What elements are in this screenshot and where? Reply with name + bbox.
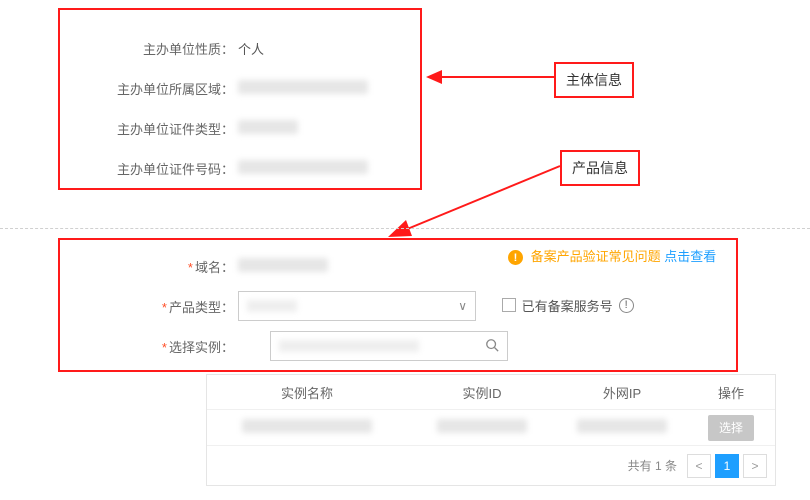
pager-prev[interactable]: < (687, 454, 711, 478)
sponsor-nature-value: 个人 (238, 39, 264, 58)
select-button[interactable]: 选择 (708, 415, 754, 441)
help-link[interactable]: 点击查看 (664, 249, 716, 264)
instance-label: *选择实例： (60, 337, 238, 356)
td-ip (557, 419, 687, 436)
sponsor-doctype-value (238, 120, 298, 137)
th-id: 实例ID (407, 383, 557, 402)
arrow-product (370, 160, 570, 250)
instance-search-value (279, 340, 419, 352)
form-row: 主办单位性质： 个人 (60, 28, 420, 68)
sponsor-docnum-label: 主办单位证件号码： (60, 159, 238, 178)
search-icon (485, 338, 499, 355)
form-row: 主办单位证件类型： (60, 108, 420, 148)
chevron-down-icon: ∨ (458, 299, 467, 313)
td-op: 选择 (687, 415, 775, 441)
product-type-select[interactable]: ∨ (238, 291, 476, 321)
product-type-selected (247, 300, 297, 312)
pager-next[interactable]: > (743, 454, 767, 478)
help-icon[interactable]: ! (619, 298, 634, 313)
help-text: ! 备案产品验证常见问题 点击查看 (508, 246, 716, 265)
instance-field (238, 331, 508, 361)
checkbox-icon (502, 298, 516, 312)
domain-label: *域名： (60, 257, 238, 276)
form-row: *选择实例： (60, 326, 736, 366)
form-row: *产品类型： ∨ 已有备案服务号 ! (60, 286, 736, 326)
td-id (407, 419, 557, 436)
table-header-row: 实例名称 实例ID 外网IP 操作 (207, 375, 775, 409)
checkbox-label: 已有备案服务号 (522, 296, 613, 315)
th-op: 操作 (687, 383, 775, 402)
instance-table: 实例名称 实例ID 外网IP 操作 选择 共有 1 条 < 1 > (206, 374, 776, 486)
sponsor-nature-label: 主办单位性质： (60, 39, 238, 58)
td-name (207, 419, 407, 436)
sponsor-region-value (238, 80, 368, 97)
table-row: 选择 (207, 409, 775, 445)
has-service-number-checkbox[interactable]: 已有备案服务号 ! (502, 296, 634, 315)
product-type-label: *产品类型： (60, 297, 238, 316)
sponsor-region-label: 主办单位所属区域： (60, 79, 238, 98)
th-ip: 外网IP (557, 383, 687, 402)
sponsor-doctype-label: 主办单位证件类型： (60, 119, 238, 138)
product-type-label-text: 产品类型： (169, 300, 234, 315)
subject-tag: 主体信息 (554, 62, 634, 98)
th-name: 实例名称 (207, 383, 407, 402)
instance-label-text: 选择实例： (169, 340, 234, 355)
help-orange-text: 备案产品验证常见问题 (531, 249, 661, 264)
sponsor-docnum-value (238, 160, 368, 177)
pagination: 共有 1 条 < 1 > (207, 445, 775, 485)
instance-search-input[interactable] (270, 331, 508, 361)
product-type-field: ∨ 已有备案服务号 ! (238, 291, 634, 321)
form-row: 主办单位证件号码： (60, 148, 420, 188)
product-tag: 产品信息 (560, 150, 640, 186)
subject-info-box: 主办单位性质： 个人 主办单位所属区域： 主办单位证件类型： 主办单位证件号码： (58, 8, 422, 190)
pager-page-1[interactable]: 1 (715, 454, 739, 478)
section-divider (0, 228, 810, 229)
pager-total: 共有 1 条 (628, 457, 677, 474)
arrow-subject (420, 60, 560, 90)
domain-label-text: 域名： (195, 260, 234, 275)
form-row: 主办单位所属区域： (60, 68, 420, 108)
domain-value (238, 258, 328, 275)
info-icon: ! (508, 250, 523, 265)
